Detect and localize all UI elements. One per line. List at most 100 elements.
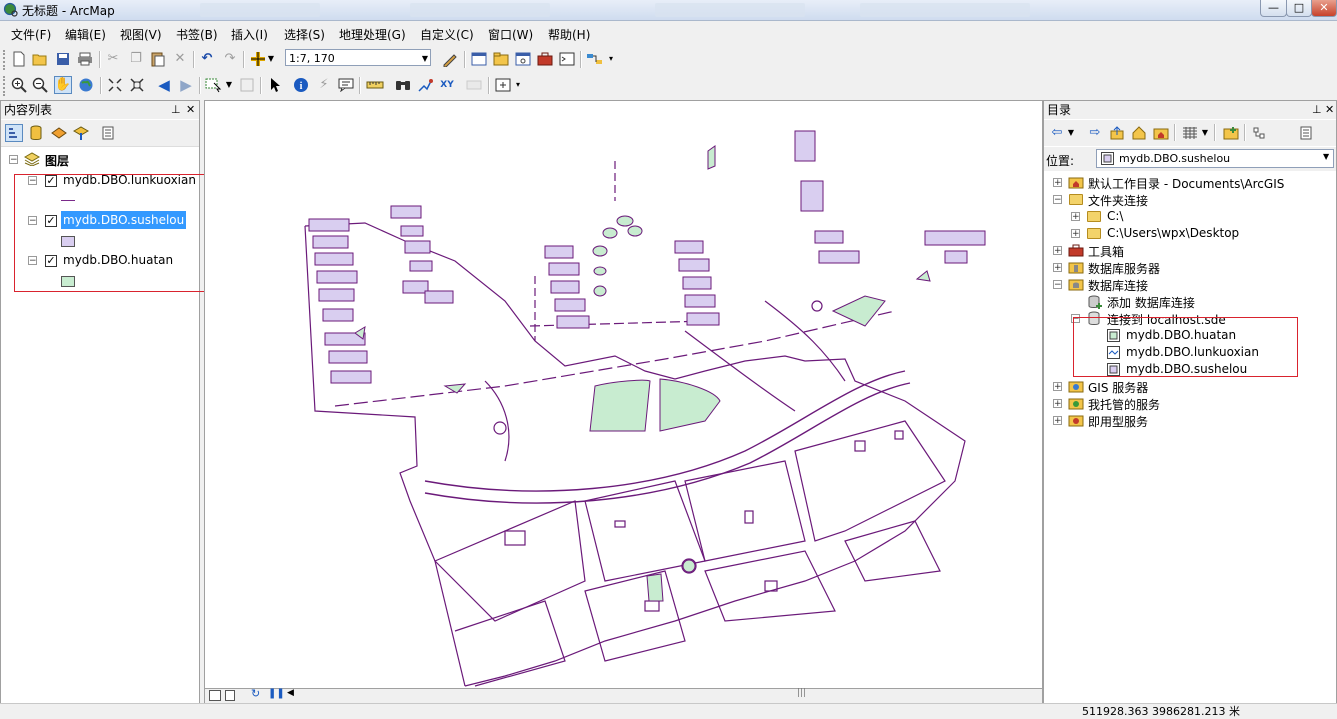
collapse-icon[interactable]: −: [1053, 280, 1062, 290]
open-folder-icon[interactable]: [31, 50, 49, 68]
catalog-item-database-servers[interactable]: + 数据库服务器: [1044, 259, 1336, 276]
map-canvas[interactable]: [204, 100, 1043, 690]
html-popup-icon[interactable]: [337, 76, 355, 94]
home-icon[interactable]: [1130, 124, 1148, 142]
back-arrow-icon[interactable]: ⇦: [1048, 124, 1066, 142]
chevron-down-icon[interactable]: ▼: [1323, 152, 1329, 161]
layers-root[interactable]: − 图层: [1, 151, 199, 169]
menu-bookmarks[interactable]: 书签(B): [176, 26, 218, 43]
close-icon[interactable]: ✕: [1325, 101, 1334, 119]
delete-icon[interactable]: ✕: [171, 50, 189, 68]
views-dropdown-icon[interactable]: ▼: [1200, 124, 1210, 142]
toolbar-options-icon[interactable]: ▾: [513, 76, 523, 94]
model-builder-icon[interactable]: [586, 50, 604, 68]
full-extent-globe-icon[interactable]: [77, 76, 95, 94]
close-button[interactable]: ✕: [1311, 0, 1337, 17]
add-data-dropdown-icon[interactable]: ▼: [266, 50, 276, 68]
back-dropdown-icon[interactable]: ▼: [1066, 124, 1076, 142]
zoom-in-icon[interactable]: [10, 76, 28, 94]
maximize-button[interactable]: □: [1286, 0, 1312, 17]
toolbar-grip[interactable]: [3, 50, 8, 70]
map-drawing[interactable]: [205, 101, 1042, 689]
menu-view[interactable]: 视图(V): [120, 26, 162, 43]
expand-icon[interactable]: +: [1071, 212, 1080, 222]
catalog-item-ready-to-use-services[interactable]: + 即用型服务: [1044, 412, 1336, 429]
clear-selection-icon[interactable]: [238, 76, 256, 94]
expand-icon[interactable]: +: [1053, 263, 1062, 273]
zoom-out-icon[interactable]: [31, 76, 49, 94]
up-one-level-icon[interactable]: [1108, 124, 1126, 142]
go-back-extent-icon[interactable]: ◀: [155, 76, 173, 94]
map-scale-combo[interactable]: 1:7, 170 ▼: [285, 49, 431, 66]
menu-help[interactable]: 帮助(H): [548, 26, 590, 43]
catalog-item-default-home[interactable]: + 默认工作目录 - Documents\ArcGIS: [1044, 174, 1336, 191]
catalog-item-toolboxes[interactable]: + 工具箱: [1044, 242, 1336, 259]
redo-icon[interactable]: ↷: [221, 50, 239, 68]
catalog-item-add-database-connection[interactable]: 添加 数据库连接: [1044, 293, 1336, 310]
pause-drawing-icon[interactable]: ❚❚: [268, 688, 285, 699]
catalog-window-icon[interactable]: [492, 50, 510, 68]
time-slider-icon[interactable]: [465, 76, 483, 94]
catalog-item-gis-servers[interactable]: + GIS 服务器: [1044, 378, 1336, 395]
catalog-item-folder-connections[interactable]: − 文件夹连接: [1044, 191, 1336, 208]
location-combo[interactable]: mydb.DBO.sushelou ▼: [1096, 149, 1334, 168]
toolbar-options-icon[interactable]: ▾: [606, 50, 616, 68]
collapse-icon[interactable]: −: [1053, 195, 1062, 205]
data-view-icon[interactable]: [209, 690, 221, 701]
pan-hand-icon[interactable]: ✋: [54, 76, 72, 94]
expand-icon[interactable]: +: [1053, 382, 1062, 392]
undo-icon[interactable]: ↶: [198, 50, 216, 68]
options-icon[interactable]: [99, 124, 117, 142]
arctoolbox-icon[interactable]: [536, 50, 554, 68]
menu-selection[interactable]: 选择(S): [284, 26, 325, 43]
toggle-contents-panel-icon[interactable]: [1251, 124, 1269, 142]
expand-icon[interactable]: +: [1053, 178, 1062, 188]
scroll-left-icon[interactable]: ◀: [287, 688, 294, 698]
connect-to-folder-icon[interactable]: [1222, 124, 1240, 142]
create-viewer-window-icon[interactable]: [494, 76, 512, 94]
select-elements-arrow-icon[interactable]: [266, 76, 284, 94]
menu-edit[interactable]: 编辑(E): [65, 26, 106, 43]
copy-icon[interactable]: ❐: [127, 50, 145, 68]
menu-file[interactable]: 文件(F): [11, 26, 51, 43]
menu-windows[interactable]: 窗口(W): [488, 26, 533, 43]
forward-arrow-icon[interactable]: ⇨: [1086, 124, 1104, 142]
views-grid-icon[interactable]: [1181, 124, 1199, 142]
python-window-icon[interactable]: [558, 50, 576, 68]
list-by-visibility-icon[interactable]: [50, 124, 68, 142]
table-of-contents-window-icon[interactable]: [470, 50, 488, 68]
measure-icon[interactable]: [366, 76, 384, 94]
new-document-icon[interactable]: [10, 50, 28, 68]
add-data-icon[interactable]: [249, 50, 267, 68]
minimize-button[interactable]: —: [1260, 0, 1287, 17]
menu-insert[interactable]: 插入(I): [231, 26, 268, 43]
paste-icon[interactable]: [149, 50, 167, 68]
catalog-item-c-drive[interactable]: + C:\: [1044, 208, 1336, 225]
collapse-icon[interactable]: −: [9, 155, 18, 165]
go-to-xy-icon[interactable]: XY: [438, 76, 456, 94]
search-window-icon[interactable]: [514, 50, 532, 68]
go-forward-extent-icon[interactable]: ▶: [177, 76, 195, 94]
editor-toolbar-icon[interactable]: [441, 50, 459, 68]
pin-icon[interactable]: ⊥: [171, 101, 181, 119]
layout-view-icon[interactable]: [225, 690, 235, 701]
expand-icon[interactable]: +: [1053, 246, 1062, 256]
fixed-zoom-out-icon[interactable]: [128, 76, 146, 94]
cut-icon[interactable]: ✂: [104, 50, 122, 68]
chevron-down-icon[interactable]: ▼: [422, 50, 428, 67]
expand-icon[interactable]: +: [1053, 399, 1062, 409]
find-binoculars-icon[interactable]: [394, 76, 412, 94]
menu-geoprocessing[interactable]: 地理处理(G): [339, 26, 406, 43]
select-dropdown-icon[interactable]: ▼: [224, 76, 234, 94]
close-icon[interactable]: ✕: [186, 101, 195, 119]
catalog-item-database-connections[interactable]: − 数据库连接: [1044, 276, 1336, 293]
toolbar-grip[interactable]: [3, 76, 8, 96]
refresh-icon[interactable]: ↻: [251, 687, 260, 700]
expand-icon[interactable]: +: [1071, 229, 1080, 239]
fixed-zoom-in-icon[interactable]: [106, 76, 124, 94]
catalog-item-my-hosted-services[interactable]: + 我托管的服务: [1044, 395, 1336, 412]
list-by-source-icon[interactable]: [27, 124, 45, 142]
print-icon[interactable]: [76, 50, 94, 68]
save-icon[interactable]: [54, 50, 72, 68]
catalog-item-desktop[interactable]: + C:\Users\wpx\Desktop: [1044, 225, 1336, 242]
